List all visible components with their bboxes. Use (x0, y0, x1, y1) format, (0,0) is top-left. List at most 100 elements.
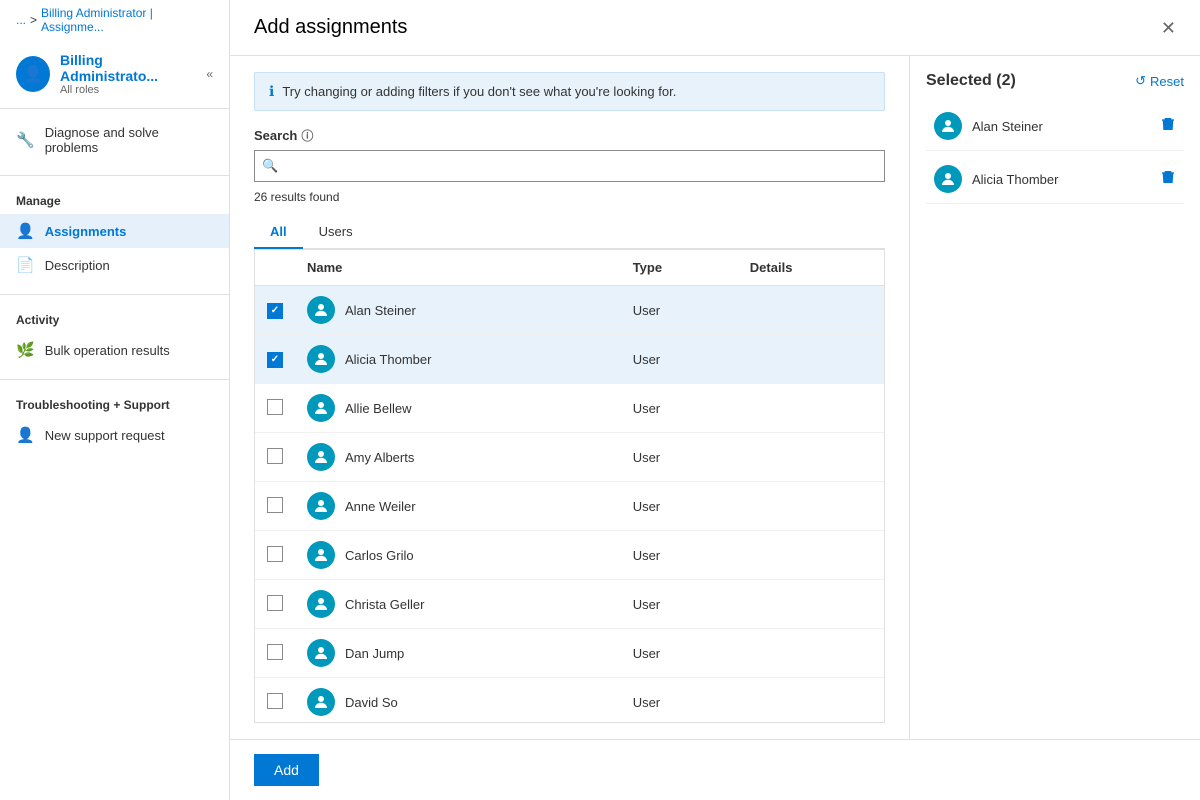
details-cell (738, 629, 884, 678)
name-cell: Dan Jump (295, 629, 621, 678)
sidebar-item-diagnose-label: Diagnose and solve problems (45, 125, 213, 155)
selected-item-left: Alicia Thomber (934, 165, 1058, 193)
checkbox-cell[interactable] (255, 531, 295, 580)
search-info-icon[interactable]: ⓘ (301, 127, 313, 144)
table-row[interactable]: Carlos Grilo User (255, 531, 884, 580)
sidebar-collapse-button[interactable]: « (206, 67, 213, 81)
checkbox-unchecked[interactable] (267, 448, 283, 464)
sidebar-item-bulk[interactable]: 🌿 Bulk operation results (0, 333, 229, 367)
checkbox-cell[interactable] (255, 678, 295, 724)
support-section-title: Troubleshooting + Support (0, 392, 229, 418)
user-name: Alan Steiner (345, 303, 416, 318)
divider-manage (0, 175, 229, 176)
user-icon: 👤 (16, 222, 35, 240)
sidebar-header: 👤 Billing Administrato... All roles « (0, 40, 229, 109)
selected-user-name: Alicia Thomber (972, 172, 1058, 187)
type-cell: User (621, 286, 738, 335)
selected-item-left: Alan Steiner (934, 112, 1043, 140)
table-row[interactable]: Anne Weiler User (255, 482, 884, 531)
details-cell (738, 580, 884, 629)
info-text: Try changing or adding filters if you do… (282, 84, 676, 99)
details-cell (738, 433, 884, 482)
selected-item: Alicia Thomber (926, 155, 1184, 204)
name-cell: Anne Weiler (295, 482, 621, 531)
support-icon: 👤 (16, 426, 35, 444)
user-name: Allie Bellew (345, 401, 411, 416)
col-type: Type (621, 250, 738, 286)
right-panel: Selected (2) ↺ Reset Alan Steiner (910, 56, 1200, 739)
checkbox-unchecked[interactable] (267, 595, 283, 611)
checkbox-cell[interactable] (255, 580, 295, 629)
activity-section-title: Activity (0, 307, 229, 333)
type-cell: User (621, 335, 738, 384)
sidebar-title-group: Billing Administrato... All roles (60, 52, 196, 96)
details-cell (738, 286, 884, 335)
search-input[interactable] (254, 150, 885, 182)
table-row[interactable]: Amy Alberts User (255, 433, 884, 482)
type-cell: User (621, 433, 738, 482)
sidebar-item-description[interactable]: 📄 Description (0, 248, 229, 282)
checkbox-cell[interactable] (255, 433, 295, 482)
selected-user-name: Alan Steiner (972, 119, 1043, 134)
table-row[interactable]: Alicia Thomber User (255, 335, 884, 384)
results-count: 26 results found (254, 190, 885, 204)
sidebar-item-bulk-label: Bulk operation results (45, 343, 170, 358)
selected-list: Alan Steiner Alicia Thomber (926, 102, 1184, 204)
sidebar-item-assignments[interactable]: 👤 Assignments (0, 214, 229, 248)
user-name: Anne Weiler (345, 499, 416, 514)
details-cell (738, 531, 884, 580)
modal-footer: Add (230, 739, 1200, 800)
table-row[interactable]: David So User (255, 678, 884, 724)
checkbox-checked[interactable] (267, 303, 283, 319)
breadcrumb-link[interactable]: Billing Administrator | Assignme... (41, 6, 213, 34)
tab-all[interactable]: All (254, 216, 303, 249)
selected-title: Selected (2) (926, 72, 1016, 90)
modal-body: ℹ Try changing or adding filters if you … (230, 56, 1200, 739)
details-cell (738, 482, 884, 531)
checkbox-unchecked[interactable] (267, 693, 283, 709)
tab-users[interactable]: Users (303, 216, 369, 249)
modal-area: Add assignments ✕ ℹ Try changing or addi… (230, 0, 1200, 800)
sidebar-item-description-label: Description (45, 258, 110, 273)
avatar: 👤 (16, 56, 50, 92)
user-avatar (307, 296, 335, 324)
delete-icon[interactable] (1160, 116, 1176, 137)
details-cell (738, 335, 884, 384)
checkbox-checked[interactable] (267, 352, 283, 368)
checkbox-cell[interactable] (255, 384, 295, 433)
table-row[interactable]: Christa Geller User (255, 580, 884, 629)
checkbox-cell[interactable] (255, 286, 295, 335)
checkbox-unchecked[interactable] (267, 546, 283, 562)
checkbox-unchecked[interactable] (267, 399, 283, 415)
checkbox-cell[interactable] (255, 335, 295, 384)
avatar-icon: 👤 (23, 64, 43, 84)
name-cell: Carlos Grilo (295, 531, 621, 580)
modal-close-button[interactable]: ✕ (1161, 19, 1176, 37)
delete-icon[interactable] (1160, 169, 1176, 190)
add-button[interactable]: Add (254, 754, 319, 786)
user-name: Christa Geller (345, 597, 424, 612)
user-name: Alicia Thomber (345, 352, 431, 367)
user-avatar (307, 590, 335, 618)
checkbox-cell[interactable] (255, 629, 295, 678)
modal-header: Add assignments ✕ (230, 0, 1200, 56)
table-row[interactable]: Alan Steiner User (255, 286, 884, 335)
table-body: Alan Steiner User Alicia Thomber User Al… (255, 286, 884, 724)
sidebar-item-diagnose[interactable]: 🔧 Diagnose and solve problems (0, 117, 229, 163)
wrench-icon: 🔧 (16, 131, 35, 149)
user-avatar (307, 639, 335, 667)
sidebar-item-support[interactable]: 👤 New support request (0, 418, 229, 452)
user-name: Amy Alberts (345, 450, 414, 465)
checkbox-unchecked[interactable] (267, 497, 283, 513)
table-row[interactable]: Allie Bellew User (255, 384, 884, 433)
main-content: Add assignments ✕ ℹ Try changing or addi… (230, 0, 1200, 800)
user-table-wrapper: Name Type Details Alan Steiner User (254, 249, 885, 723)
divider-activity (0, 294, 229, 295)
modal-title: Add assignments (254, 16, 407, 39)
breadcrumb-dots[interactable]: ... (16, 13, 26, 27)
sidebar-item-support-label: New support request (45, 428, 165, 443)
table-row[interactable]: Dan Jump User (255, 629, 884, 678)
reset-button[interactable]: ↺ Reset (1135, 73, 1184, 89)
checkbox-cell[interactable] (255, 482, 295, 531)
checkbox-unchecked[interactable] (267, 644, 283, 660)
